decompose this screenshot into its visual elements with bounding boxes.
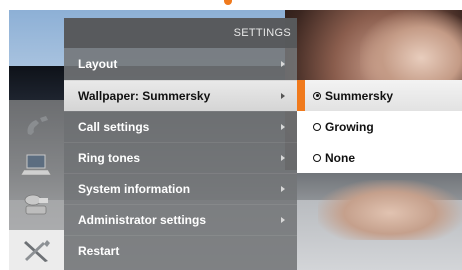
wallpaper-option-label: Summersky xyxy=(325,88,394,103)
menu-item-label: Call settings xyxy=(78,120,150,134)
left-icon-rail xyxy=(9,100,64,270)
settings-header: SETTINGS xyxy=(64,18,297,48)
menu-item-label: Administrator settings xyxy=(78,213,207,227)
wallpaper-hand-bottom xyxy=(318,180,462,240)
wallpaper-option-summersky[interactable]: Summersky xyxy=(297,80,462,111)
chevron-right-icon xyxy=(281,186,285,192)
wallpaper-option-label: None xyxy=(325,150,355,165)
tools-icon[interactable] xyxy=(9,230,64,270)
radio-unchecked-icon xyxy=(313,153,321,162)
camera-icon[interactable] xyxy=(9,188,64,222)
wallpaper-option-growing[interactable]: Growing xyxy=(297,111,462,142)
wallpaper-hand-top xyxy=(360,10,462,90)
menu-item-call-settings[interactable]: Call settings xyxy=(64,111,297,142)
menu-item-label: Wallpaper: Summersky xyxy=(78,89,211,103)
menu-item-administrator-settings[interactable]: Administrator settings xyxy=(64,204,297,235)
chevron-right-icon xyxy=(281,93,285,99)
top-orange-indicator xyxy=(224,0,232,5)
selection-accent-bar xyxy=(297,80,305,111)
radio-checked-icon xyxy=(313,91,321,100)
settings-title: SETTINGS xyxy=(233,27,291,39)
phone-icon[interactable] xyxy=(9,110,64,144)
settings-menu: SETTINGS Layout Wallpaper: Summersky Cal… xyxy=(64,18,297,270)
menu-item-system-information[interactable]: System information xyxy=(64,173,297,204)
menu-item-label: Ring tones xyxy=(78,151,140,165)
menu-item-layout[interactable]: Layout xyxy=(64,48,297,79)
chevron-right-icon xyxy=(281,155,285,161)
laptop-icon[interactable] xyxy=(9,148,64,182)
menu-item-restart[interactable]: Restart xyxy=(64,235,297,266)
chevron-right-icon xyxy=(281,60,285,67)
radio-unchecked-icon xyxy=(313,122,321,131)
chevron-right-icon xyxy=(281,217,285,223)
chevron-right-icon xyxy=(281,124,285,130)
wallpaper-option-label: Growing xyxy=(325,119,374,134)
menu-item-label: Layout xyxy=(78,56,118,71)
wallpaper-submenu: Summersky Growing None xyxy=(297,80,462,173)
menu-item-label: System information xyxy=(78,182,191,196)
wallpaper-option-none[interactable]: None xyxy=(297,142,462,173)
menu-item-wallpaper[interactable]: Wallpaper: Summersky xyxy=(64,80,297,111)
menu-item-ring-tones[interactable]: Ring tones xyxy=(64,142,297,173)
menu-item-label: Restart xyxy=(78,244,120,258)
